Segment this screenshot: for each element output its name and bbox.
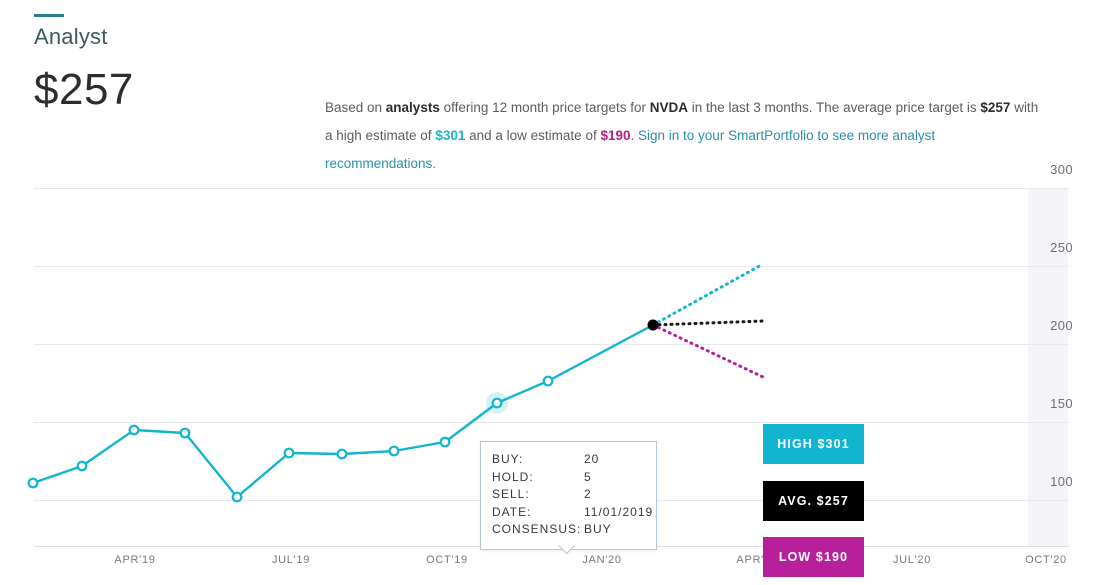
data-point-marker[interactable] — [285, 449, 294, 458]
description-text-2: offering 12 month price targets for — [440, 100, 650, 115]
description-text-1: Based on — [325, 100, 386, 115]
price-target-chart: 300250200150100 APR'19JUL'19OCT'19JAN'20… — [0, 180, 1093, 585]
tooltip-row-value: 2 — [584, 486, 645, 504]
analyst-panel-header: Analyst $257 — [34, 14, 134, 112]
description-low-value: $190 — [600, 128, 630, 143]
tooltip-rows: BUY:20HOLD:5SELL:2DATE:11/01/2019CONSENS… — [492, 451, 645, 539]
tooltip-row-key: CONSENSUS: — [492, 521, 584, 539]
low-target-badge[interactable]: LOW $190 — [763, 537, 864, 577]
tooltip-row-key: SELL: — [492, 486, 584, 504]
y-axis-label-300: 300 — [1050, 162, 1073, 177]
projection-line-high — [653, 264, 763, 325]
description-high-value: $301 — [435, 128, 465, 143]
tooltip-row-key: DATE: — [492, 504, 584, 522]
data-point-marker[interactable] — [390, 447, 399, 456]
description-text-3: in the last 3 months. The average price … — [688, 100, 980, 115]
tooltip-row-value: BUY — [584, 521, 645, 539]
data-point-marker[interactable] — [493, 399, 502, 408]
tooltip-row: HOLD:5 — [492, 469, 645, 487]
low-target-badge-label: LOW $190 — [779, 550, 848, 564]
tooltip-row-value: 5 — [584, 469, 645, 487]
data-point-marker[interactable] — [544, 377, 553, 386]
tooltip-row-value: 20 — [584, 451, 645, 469]
description-bold-ticker: NVDA — [650, 100, 688, 115]
high-target-badge[interactable]: HIGH $301 — [763, 424, 864, 464]
high-target-badge-label: HIGH $301 — [777, 437, 849, 451]
data-point-marker[interactable] — [233, 493, 242, 502]
data-point-marker[interactable] — [441, 438, 450, 447]
avg-target-badge[interactable]: AVG. $257 — [763, 481, 864, 521]
projection-line-low — [653, 325, 763, 377]
avg-target-badge-label: AVG. $257 — [778, 494, 849, 508]
data-point-marker[interactable] — [338, 450, 347, 459]
data-point-marker[interactable] — [78, 462, 87, 471]
data-point-marker[interactable] — [130, 426, 139, 435]
accent-bar — [34, 14, 64, 17]
tooltip-row: SELL:2 — [492, 486, 645, 504]
tooltip-row-key: BUY: — [492, 451, 584, 469]
description-bold-analysts: analysts — [386, 100, 440, 115]
tooltip-row: BUY:20 — [492, 451, 645, 469]
projection-line-avg — [653, 321, 763, 325]
data-point-tooltip: BUY:20HOLD:5SELL:2DATE:11/01/2019CONSENS… — [480, 441, 657, 550]
page-title: Analyst — [34, 26, 134, 48]
tooltip-row-value: 11/01/2019 — [584, 504, 653, 522]
description-text-5: and a low estimate of — [465, 128, 600, 143]
tooltip-row-key: HOLD: — [492, 469, 584, 487]
current-price-marker[interactable] — [648, 320, 659, 331]
description-text-6: . — [631, 128, 639, 143]
average-price-target-value: $257 — [34, 68, 134, 112]
data-point-marker[interactable] — [181, 429, 190, 438]
tooltip-row: CONSENSUS:BUY — [492, 521, 645, 539]
analyst-description: Based on analysts offering 12 month pric… — [325, 94, 1047, 178]
description-avg-value: $257 — [980, 100, 1010, 115]
tooltip-row: DATE:11/01/2019 — [492, 504, 645, 522]
data-point-marker[interactable] — [29, 479, 38, 488]
